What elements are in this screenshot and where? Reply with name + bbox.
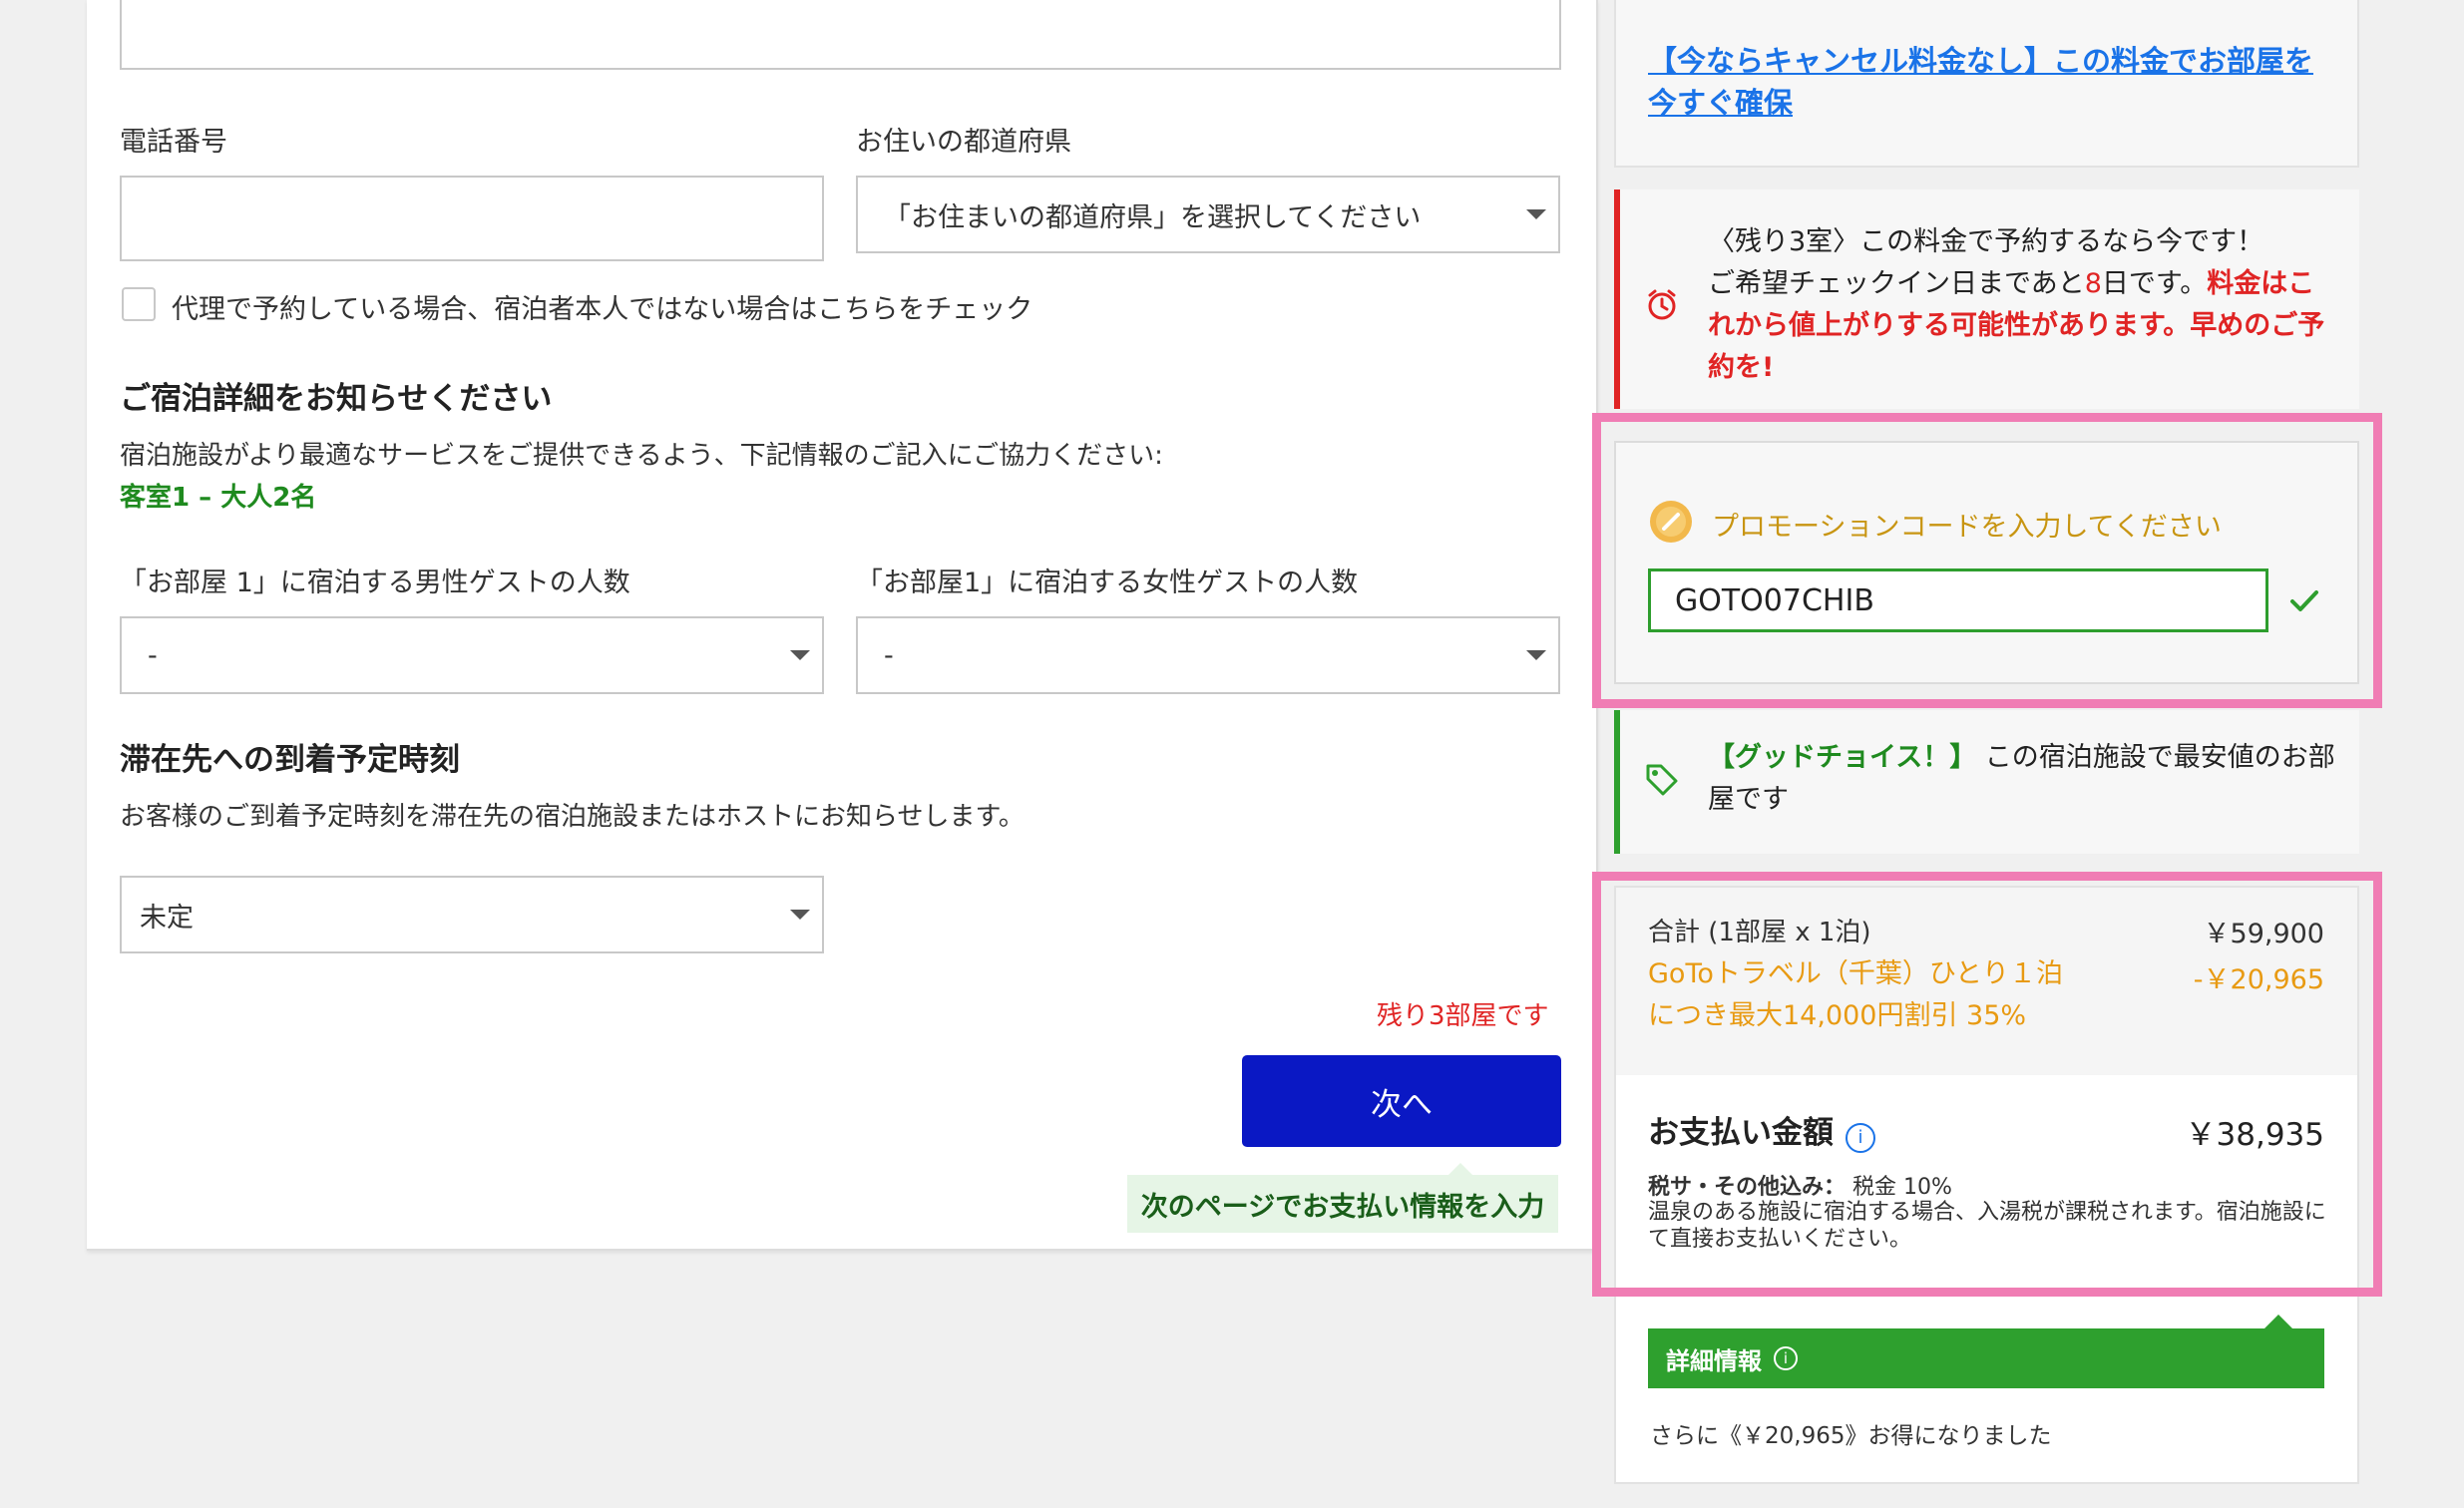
subtotal-label: 合計 (1部屋 x 1泊) (1648, 918, 1871, 947)
info-icon[interactable]: i (1846, 1123, 1875, 1153)
price-tag-icon (1644, 762, 1680, 798)
arrival-time-select[interactable]: 未定 (120, 876, 824, 953)
male-guests-label: 「お部屋 1」に宿泊する男性ゲストの人数 (120, 567, 630, 598)
prefecture-select[interactable]: 「お住まいの都道府県」を選択してください (856, 176, 1560, 253)
onsen-tax-note: 温泉のある施設に宿泊する場合、入湯税が課税されます。宿泊施設にて直接お支払いくだ… (1648, 1200, 2326, 1252)
details-label: 詳細情報 (1666, 1346, 1762, 1375)
tax-value: 税金 10% (1852, 1175, 1952, 1200)
arrival-time-description: お客様のご到着予定時刻を滞在先の宿泊施設またはホストにお知らせします。 (120, 802, 1025, 832)
next-button[interactable]: 次へ (1242, 1055, 1561, 1147)
male-guests-value: - (148, 639, 158, 671)
checkmark-icon (2286, 582, 2322, 618)
total-label: お支払い金額 i (1648, 1107, 1875, 1153)
female-guests-value: - (884, 639, 894, 671)
urgency-line-1: 〈残り3室〉この料金で予約するなら今です！ (1708, 226, 2264, 257)
arrival-time-value: 未定 (140, 902, 194, 934)
chevron-down-icon (790, 910, 810, 920)
urgency-line-2: ご希望チェックイン日まであと8日です。料金はこれから値上がりする可能性があります… (1708, 268, 2325, 383)
proxy-booking-label: 代理で予約している場合、宿泊者本人ではない場合はこちらをチェック (172, 294, 1033, 325)
chevron-down-icon (790, 650, 810, 660)
info-icon: i (1774, 1346, 1798, 1370)
stay-details-title: ご宿泊詳細をお知らせください (120, 381, 553, 417)
good-choice-tag: 【グッドチョイス！】 (1708, 742, 1977, 773)
hint-pointer (1448, 1163, 1472, 1175)
tax-info: 税サ・その他込み： 税金 10% (1648, 1169, 1952, 1201)
male-guests-select[interactable]: - (120, 616, 824, 694)
details-toggle[interactable]: 詳細情報 i (1648, 1328, 2324, 1388)
next-page-hint: 次のページでお支払い情報を入力 (1127, 1175, 1558, 1233)
rooms-left-notice: 残り3部屋です (1377, 1001, 1549, 1031)
total-value: ￥38,935 (2185, 1117, 2324, 1153)
savings-message: さらに《￥20,965》お得になりました (1650, 1423, 2052, 1449)
stay-details-description: 宿泊施設がより最適なサービスをご提供できるよう、下記情報のご記入にご協力ください… (120, 441, 1163, 471)
goto-discount-value: -￥20,965 (2193, 964, 2324, 995)
promo-code-card (1614, 441, 2359, 684)
prefecture-label: お住いの都道府県 (856, 127, 1071, 158)
chevron-down-icon (1526, 209, 1546, 219)
room-info: 客室1 – 大人2名 (120, 483, 317, 513)
phone-input[interactable] (120, 176, 824, 261)
special-requests-textarea[interactable] (120, 0, 1561, 70)
goto-discount-label: GoToトラベル（千葉）ひとり１泊につき最大14,000円割引 35% (1648, 958, 2064, 1031)
subtotal-value: ￥59,900 (2203, 919, 2324, 949)
details-pointer (2264, 1315, 2292, 1328)
arrival-time-title: 滞在先への到着予定時刻 (120, 742, 460, 778)
proxy-booking-checkbox[interactable] (122, 287, 156, 321)
prefecture-select-value: 「お住まいの都道府県」を選択してください (884, 201, 1422, 233)
female-guests-label: 「お部屋1」に宿泊する女性ゲストの人数 (856, 567, 1359, 598)
alarm-clock-icon (1644, 287, 1680, 323)
tax-label: 税サ・その他込み： (1648, 1175, 1847, 1200)
free-cancellation-link[interactable]: 【今ならキャンセル料金なし】この料金でお部屋を今すぐ確保 (1648, 40, 2326, 124)
phone-label: 電話番号 (120, 127, 227, 158)
female-guests-select[interactable]: - (856, 616, 1560, 694)
days-remaining: 8 (2084, 268, 2102, 299)
chevron-down-icon (1526, 650, 1546, 660)
coupon-icon (1648, 499, 1694, 545)
promo-code-input[interactable]: GOTO07CHIB (1648, 568, 2268, 632)
good-choice-message: 【グッドチョイス！】 この宿泊施設で最安値のお部屋です (1708, 737, 2336, 821)
urgency-message: 〈残り3室〉この料金で予約するなら今です！ ご希望チェックイン日まであと8日です… (1708, 221, 2336, 389)
promo-code-label: プロモーションコードを入力してください (1712, 512, 2222, 543)
